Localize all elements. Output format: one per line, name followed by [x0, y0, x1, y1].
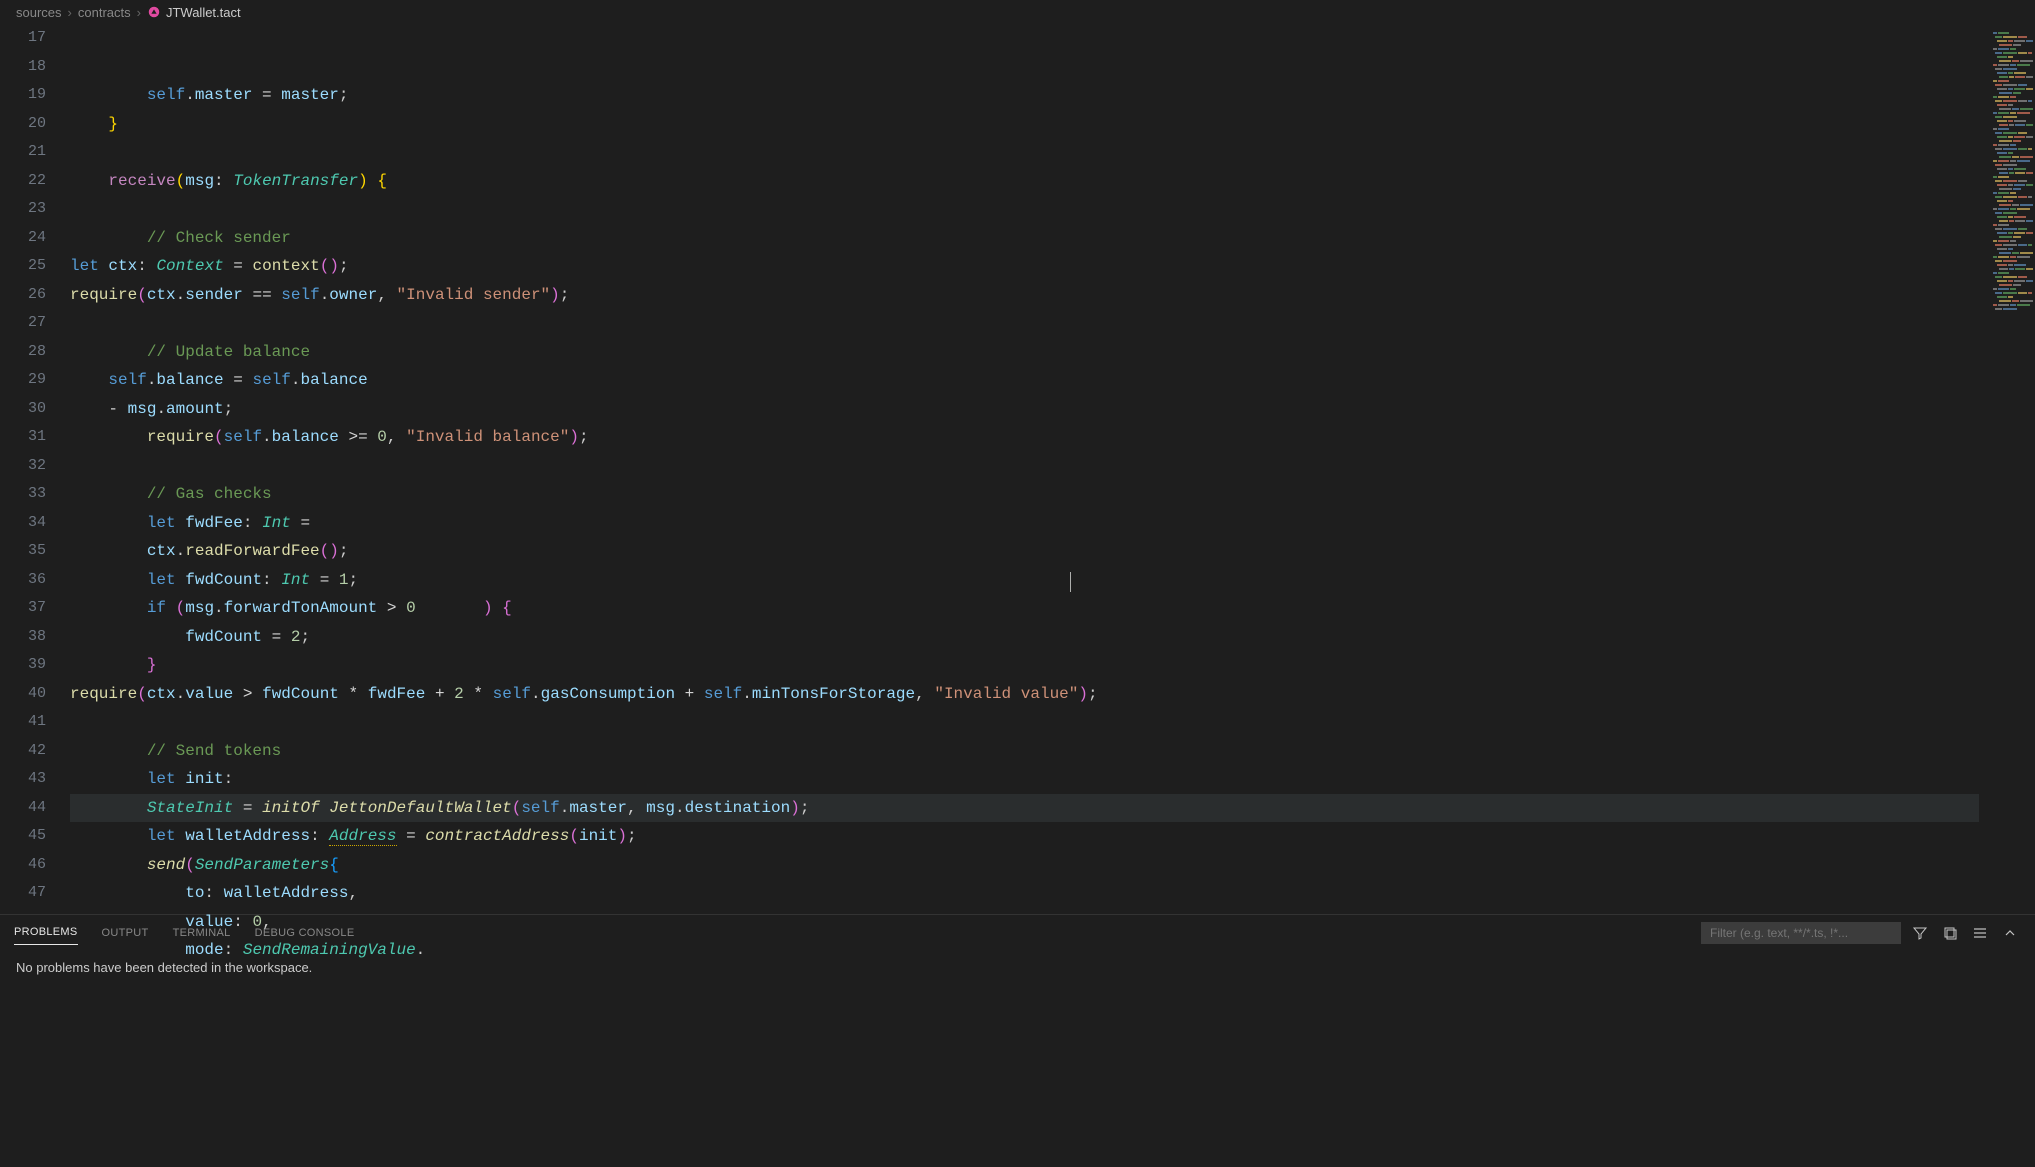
line-number: 39 — [0, 651, 46, 680]
code-line[interactable]: // Update balance — [70, 338, 1979, 367]
line-number: 28 — [0, 338, 46, 367]
code-editor[interactable]: self.master = master; } receive(msg: Tok… — [70, 24, 1979, 914]
line-number: 17 — [0, 24, 46, 53]
code-line[interactable]: require(ctx.sender == self.owner, "Inval… — [70, 281, 1979, 310]
line-number: 32 — [0, 452, 46, 481]
line-number: 30 — [0, 395, 46, 424]
code-line[interactable] — [70, 309, 1979, 338]
file-icon — [147, 5, 161, 19]
code-line[interactable]: let ctx: Context = context(); — [70, 252, 1979, 281]
line-number: 44 — [0, 794, 46, 823]
close-panel-icon[interactable] — [1999, 922, 2021, 944]
line-number: 45 — [0, 822, 46, 851]
line-number: 24 — [0, 224, 46, 253]
code-line[interactable]: receive(msg: TokenTransfer) { — [70, 167, 1979, 196]
chevron-right-icon: › — [137, 5, 141, 20]
line-number: 40 — [0, 680, 46, 709]
code-line[interactable]: require(self.balance >= 0, "Invalid bala… — [70, 423, 1979, 452]
line-number: 31 — [0, 423, 46, 452]
minimap[interactable] — [1979, 24, 2035, 914]
line-number: 37 — [0, 594, 46, 623]
code-line[interactable]: } — [70, 110, 1979, 139]
breadcrumb-file[interactable]: JTWallet.tact — [166, 5, 241, 20]
tab-problems[interactable]: PROBLEMS — [14, 920, 78, 945]
code-line[interactable]: value: 0, — [70, 908, 1979, 937]
code-line[interactable]: if (msg.forwardTonAmount > 0 ) { — [70, 594, 1979, 623]
breadcrumb-part[interactable]: sources — [16, 5, 62, 20]
line-number: 18 — [0, 53, 46, 82]
minimap-content — [1993, 32, 2033, 312]
text-cursor — [1070, 572, 1071, 592]
breadcrumb[interactable]: sources › contracts › JTWallet.tact — [0, 0, 2035, 24]
code-line[interactable] — [70, 195, 1979, 224]
code-line[interactable] — [70, 138, 1979, 167]
code-line[interactable]: let fwdCount: Int = 1; — [70, 566, 1979, 595]
code-line[interactable]: to: walletAddress, — [70, 879, 1979, 908]
code-line[interactable]: ctx.readForwardFee(); — [70, 537, 1979, 566]
code-line[interactable]: let fwdFee: Int = — [70, 509, 1979, 538]
chevron-right-icon: › — [68, 5, 72, 20]
line-number: 36 — [0, 566, 46, 595]
code-line[interactable]: // Send tokens — [70, 737, 1979, 766]
line-number: 22 — [0, 167, 46, 196]
line-number: 38 — [0, 623, 46, 652]
line-number: 46 — [0, 851, 46, 880]
line-number: 41 — [0, 708, 46, 737]
code-line[interactable]: require(ctx.value > fwdCount * fwdFee + … — [70, 680, 1979, 709]
code-line[interactable]: self.balance = self.balance — [70, 366, 1979, 395]
code-line[interactable]: send(SendParameters{ — [70, 851, 1979, 880]
line-number: 21 — [0, 138, 46, 167]
code-line[interactable] — [70, 452, 1979, 481]
line-number-gutter: 1718192021222324252627282930313233343536… — [0, 24, 70, 914]
editor-area: 1718192021222324252627282930313233343536… — [0, 24, 2035, 914]
line-number: 27 — [0, 309, 46, 338]
line-number: 23 — [0, 195, 46, 224]
line-number: 42 — [0, 737, 46, 766]
line-number: 20 — [0, 110, 46, 139]
code-line[interactable]: // Gas checks — [70, 480, 1979, 509]
breadcrumb-part[interactable]: contracts — [78, 5, 131, 20]
code-line[interactable]: } — [70, 651, 1979, 680]
line-number: 47 — [0, 879, 46, 908]
line-number: 29 — [0, 366, 46, 395]
code-line[interactable]: mode: SendRemainingValue. — [70, 936, 1979, 965]
code-line[interactable] — [70, 708, 1979, 737]
code-line[interactable]: // Check sender — [70, 224, 1979, 253]
line-number: 34 — [0, 509, 46, 538]
code-line[interactable]: self.master = master; — [70, 81, 1979, 110]
line-number: 43 — [0, 765, 46, 794]
code-line[interactable]: - msg.amount; — [70, 395, 1979, 424]
line-number: 33 — [0, 480, 46, 509]
code-line[interactable]: StateInit = initOf JettonDefaultWallet(s… — [70, 794, 1979, 823]
code-line[interactable]: let walletAddress: Address = contractAdd… — [70, 822, 1979, 851]
line-number: 19 — [0, 81, 46, 110]
line-number: 35 — [0, 537, 46, 566]
code-line[interactable]: fwdCount = 2; — [70, 623, 1979, 652]
line-number: 26 — [0, 281, 46, 310]
code-line[interactable]: let init: — [70, 765, 1979, 794]
line-number: 25 — [0, 252, 46, 281]
